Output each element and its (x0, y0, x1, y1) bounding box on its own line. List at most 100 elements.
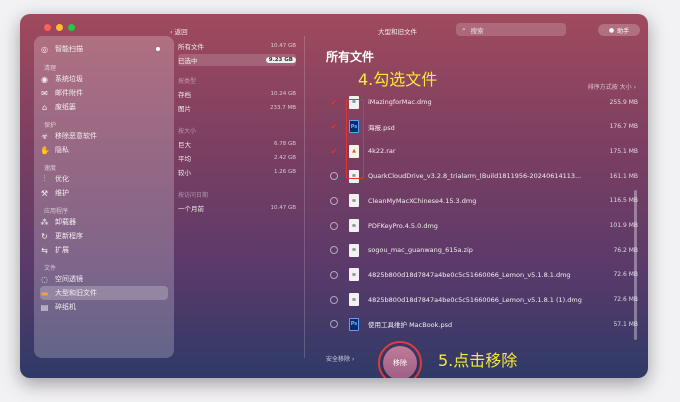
filter-heading-size: 按大小 (178, 128, 197, 135)
filter-size-small[interactable]: 较小 1.26 GB (178, 166, 296, 178)
column-divider (304, 36, 305, 358)
file-size: 176.7 MB (609, 123, 638, 131)
section-title-files: 文件 (44, 265, 57, 272)
lens-icon: ◌ (41, 274, 48, 284)
sidebar-item-space-lens[interactable]: ◌ 空间透镜 (40, 272, 168, 286)
search-field[interactable]: ⌕ 搜索 (456, 23, 566, 36)
file-name: 4825b800d18d7847a4be0c5c51660066_Lemon_v… (368, 270, 571, 279)
filter-size-huge[interactable]: 巨大 6.78 GB (178, 138, 296, 150)
sidebar-item-maintenance[interactable]: ⚒ 维护 (40, 186, 168, 200)
app-window: ‹ 返回 大型和旧文件 ⌕ 搜索 ● 助手 ◎ 智能扫描 清理 ◉ 系统垃圾 ✉ 邮… (20, 14, 648, 378)
selected-size-badge: 9.23 GB (265, 57, 296, 63)
section-title-apps: 应用程序 (44, 208, 69, 215)
document-file-icon: ≡ (349, 268, 359, 282)
hand-icon: ✋ (40, 145, 50, 155)
mail-icon: ✉ (41, 88, 48, 98)
file-size: 116.5 MB (609, 197, 638, 205)
section-title-speed: 速度 (44, 165, 57, 172)
sidebar-item-shredder[interactable]: ▤ 碎纸机 (40, 300, 168, 314)
annotation-select-files: 4.勾选文件 (358, 70, 438, 89)
sidebar-item-mail-attachments[interactable]: ✉ 邮件附件 (40, 86, 168, 100)
search-icon: ⌕ (462, 25, 466, 33)
smart-scan-icon: ◎ (41, 44, 48, 54)
document-file-icon: ≡ (349, 194, 359, 208)
section-title-protection: 保护 (44, 122, 57, 129)
file-size: 101.9 MB (609, 222, 638, 229)
remove-button[interactable]: 移除 (383, 346, 417, 378)
trash-icon: ⌂ (41, 102, 48, 112)
sidebar-item-large-old-files[interactable]: ▬ 大型和旧文件 (40, 286, 168, 300)
document-file-icon: ≡ (349, 243, 359, 257)
file-name: 使用工具维护 MacBook.psd (368, 321, 453, 330)
extension-icon: ⇆ (41, 245, 48, 255)
safe-remove-toggle[interactable]: 安全移除 › (326, 354, 354, 363)
sidebar-item-optimize[interactable]: ⫶ 优化 (40, 172, 168, 186)
file-row[interactable]: ≡ CleanMyMacXChinese4.15.3.dmg 116.5 MB (326, 189, 638, 213)
sidebar-item-uninstaller[interactable]: ⁂ 卸载器 (40, 215, 168, 229)
sidebar: ◎ 智能扫描 清理 ◉ 系统垃圾 ✉ 邮件附件 ⌂ 废纸篓 保护 ☣ 移除恶意软件 ✋ 隐… (34, 36, 174, 358)
checkbox-unchecked[interactable] (330, 172, 338, 181)
file-size: 72.6 MB (613, 271, 638, 279)
sidebar-item-trash[interactable]: ⌂ 废纸篓 (40, 100, 168, 114)
checkbox-unchecked[interactable] (330, 246, 338, 255)
sidebar-item-extensions[interactable]: ⇆ 扩展 (40, 243, 168, 257)
remove-highlight-ring: 移除 (378, 341, 422, 378)
document-file-icon: ≡ (349, 293, 359, 307)
file-name: QuarkCloudDrive_v3.2.8_trialarm_(Build18… (368, 172, 582, 181)
file-row[interactable]: ✔ ▲ 4k22.rar 175.1 MB (326, 139, 638, 163)
action-bar: 安全移除 › 移除 5.点击移除 (20, 341, 648, 378)
assistant-icon: ● (608, 26, 615, 34)
file-row[interactable]: ≡ 4825b800d18d7847a4be0c5c51660066_Lemon_… (326, 263, 638, 287)
checkbox-unchecked[interactable] (330, 221, 338, 230)
file-name: 海报.psd (368, 123, 395, 132)
file-size: 57.1 MB (613, 320, 638, 328)
filter-kind-pictures[interactable]: 图片 233.7 MB (178, 102, 296, 114)
file-size: 76.2 MB (613, 246, 638, 254)
filter-date-month-ago[interactable]: 一个月前 10.47 GB (178, 202, 296, 214)
section-title-clean: 清理 (44, 65, 57, 72)
sidebar-item-privacy[interactable]: ✋ 隐私 (40, 143, 168, 157)
file-name: PDFKeyPro.4.5.0.dmg (368, 221, 438, 230)
assistant-button[interactable]: ● 助手 (598, 24, 640, 36)
checkbox-unchecked[interactable] (330, 295, 338, 304)
file-row[interactable]: ≡ QuarkCloudDrive_v3.2.8_trialarm_(Build1… (326, 164, 638, 188)
file-size: 72.6 MB (613, 296, 638, 304)
annotation-click-remove: 5.点击移除 (438, 351, 518, 370)
file-row[interactable]: ≡ PDFKeyPro.4.5.0.dmg 101.9 MB (326, 214, 638, 238)
window-title: 大型和旧文件 (378, 28, 417, 36)
document-file-icon: ≡ (349, 219, 359, 232)
sidebar-item-malware[interactable]: ☣ 移除恶意软件 (40, 129, 168, 143)
file-size: 255.9 MB (609, 98, 638, 106)
filter-kind-archives[interactable]: 存档 10.24 GB (178, 88, 296, 100)
file-row[interactable]: ✔ Ps 海报.psd 176.7 MB (326, 115, 638, 139)
filter-selected[interactable]: 已选中 9.23 GB (178, 54, 296, 66)
filter-size-medium[interactable]: 平均 2.42 GB (178, 152, 296, 164)
sidebar-item-smart-scan[interactable]: ◎ 智能扫描 (40, 42, 168, 56)
checkbox-checked[interactable]: ✔ (330, 98, 338, 107)
file-size: 161.1 MB (609, 172, 638, 180)
checkbox-unchecked[interactable] (330, 320, 338, 329)
file-name: 4825b800d18d7847a4be0c5c51660066_Lemon_v… (368, 295, 582, 304)
checkbox-checked[interactable]: ✔ (330, 122, 338, 131)
file-row[interactable]: ✔ ≡ iMazingforMac.dmg 255.9 MB (326, 90, 638, 114)
search-placeholder: 搜索 (470, 26, 484, 35)
checkbox-checked[interactable]: ✔ (330, 147, 338, 156)
checkbox-unchecked[interactable] (330, 196, 338, 205)
file-row[interactable]: ≡ 4825b800d18d7847a4be0c5c51660066_Lemon_… (326, 288, 638, 312)
shredder-icon: ▤ (40, 302, 49, 312)
disk-icon: ◉ (41, 74, 48, 84)
filter-all-files[interactable]: 所有文件 10.47 GB (178, 40, 296, 52)
back-button[interactable]: ‹ 返回 (170, 26, 188, 36)
wrench-icon: ⚒ (40, 188, 49, 198)
chevron-icon: › (350, 356, 355, 363)
file-row[interactable]: Ps 使用工具维护 MacBook.psd 57.1 MB (326, 312, 638, 336)
checkbox-unchecked[interactable] (330, 270, 338, 279)
scrollbar[interactable] (634, 190, 637, 340)
folder-icon: ▬ (40, 288, 49, 298)
sidebar-item-updater[interactable]: ↻ 更新程序 (40, 229, 168, 243)
file-row[interactable]: ≡ sogou_mac_guanwang_615a.zip 76.2 MB (326, 238, 638, 262)
selection-highlight-box (346, 99, 364, 179)
biohazard-icon: ☣ (40, 131, 49, 141)
file-name: sogou_mac_guanwang_615a.zip (368, 246, 473, 255)
sidebar-item-system-junk[interactable]: ◉ 系统垃圾 (40, 72, 168, 86)
